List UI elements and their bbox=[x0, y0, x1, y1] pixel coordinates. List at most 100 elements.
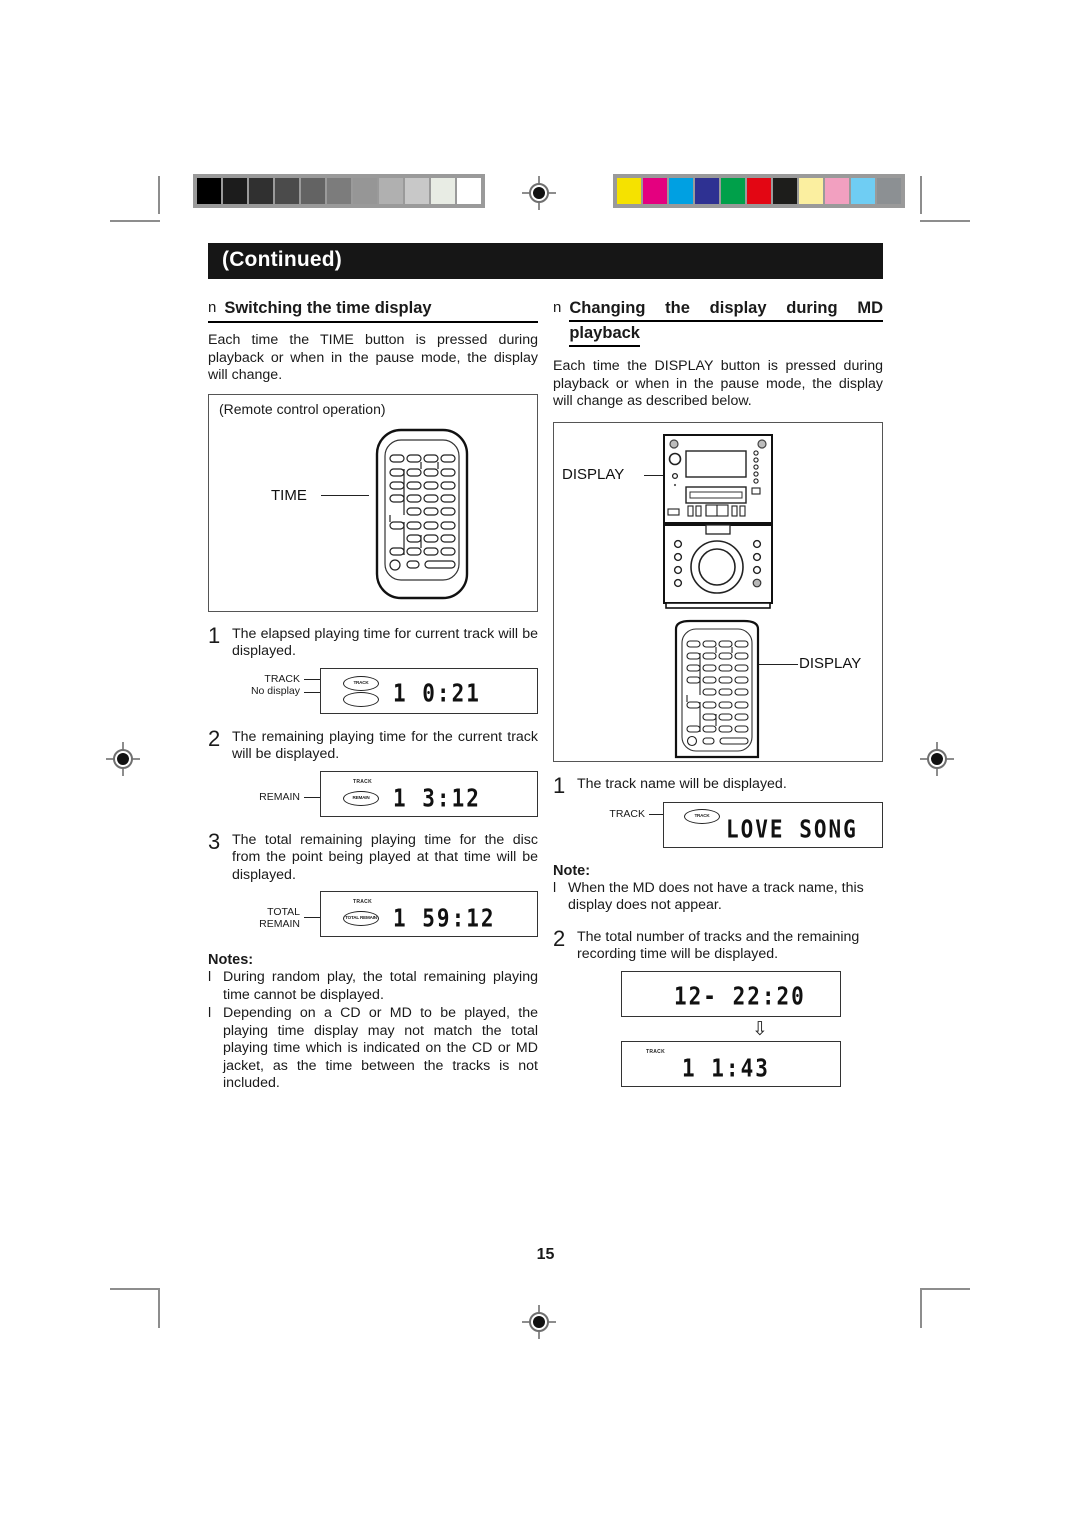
step-text: The remaining playing time for the curre… bbox=[232, 728, 538, 763]
registration-mark-left-middle bbox=[106, 742, 140, 776]
indicator-track: TRACK bbox=[684, 808, 720, 824]
lcd-panel: TRACK REMAIN 1 3:12 bbox=[320, 770, 538, 817]
two-column-layout: n Switching the time display Each time t… bbox=[208, 297, 883, 1093]
color-calibration-strip bbox=[613, 174, 905, 208]
lcd-segment-text: 12- 22:20 bbox=[674, 981, 806, 1010]
note-text: Depending on a CD or MD to be played, th… bbox=[223, 1005, 538, 1091]
crop-mark-bottom-left-vertical bbox=[158, 1290, 160, 1328]
step-number: 3 bbox=[208, 828, 221, 854]
step-text: The total remaining playing time for the… bbox=[232, 831, 538, 883]
md-system-figure: DISPLAY DISPLAY bbox=[553, 421, 883, 762]
right-step-1-display: TRACK TRACK LOVE SONG bbox=[553, 801, 883, 849]
lcd-segment-text: 1 0:21 bbox=[393, 678, 481, 707]
right-section-heading: n Changing the display during MD playbac… bbox=[553, 297, 883, 349]
gray-swatch-1 bbox=[223, 178, 247, 204]
down-arrow-icon: ⇩ bbox=[752, 1017, 768, 1040]
remote-control-figure: (Remote control operation) TIME bbox=[208, 393, 538, 612]
note-bullet-icon: l bbox=[553, 879, 557, 896]
lcd-panel: TRACK 1 0:21 bbox=[320, 667, 538, 714]
time-button-callout-label: TIME bbox=[271, 486, 307, 504]
heading-bullet-icon: n bbox=[553, 299, 562, 316]
step-number: 2 bbox=[553, 925, 566, 951]
lcd-tag-track: TRACK bbox=[646, 1048, 665, 1055]
step-number: 1 bbox=[553, 772, 566, 798]
gray-swatch-7 bbox=[379, 178, 403, 204]
left-column: n Switching the time display Each time t… bbox=[208, 297, 538, 1093]
note-bullet-icon: l bbox=[208, 1005, 212, 1021]
gray-swatch-8 bbox=[405, 178, 429, 204]
transition-arrow: ⇩ bbox=[553, 1017, 925, 1040]
indicator-total-remain: TOTAL REMAIN bbox=[343, 911, 379, 926]
gray-swatch-6 bbox=[353, 178, 377, 204]
step-text: The track name will be displayed. bbox=[577, 775, 787, 792]
lcd-panel: 12- 22:20 bbox=[621, 970, 841, 1017]
crop-mark-bottom-left-horizontal bbox=[110, 1288, 160, 1290]
left-step-3-display: TOTAL REMAIN TRACK TOTAL REMAIN 1 59:12 bbox=[208, 891, 538, 938]
left-note-1: l During random play, the total remainin… bbox=[208, 969, 538, 1004]
step-text: The elapsed playing time for current tra… bbox=[232, 625, 538, 660]
page-content: (Continued) n Switching the time display… bbox=[208, 243, 883, 1263]
heading-bullet-icon: n bbox=[208, 299, 217, 316]
note-text: When the MD does not have a track name, … bbox=[568, 879, 864, 914]
crop-mark-top-left-vertical bbox=[158, 176, 160, 214]
right-step-2-display-top: 12- 22:20 bbox=[553, 970, 883, 1017]
left-step-1-display: TRACK No display TRACK 1 0:21 bbox=[208, 667, 538, 715]
color-swatch-9 bbox=[851, 178, 875, 204]
right-heading-line-1: Changing the display during MD bbox=[569, 297, 883, 322]
right-note-1: l When the MD does not have a track name… bbox=[553, 880, 883, 915]
color-swatch-6 bbox=[773, 178, 797, 204]
crop-mark-top-right-vertical bbox=[920, 176, 922, 214]
color-swatch-7 bbox=[799, 178, 823, 204]
gray-swatch-5 bbox=[327, 178, 351, 204]
crop-mark-top-right-horizontal bbox=[920, 220, 970, 222]
lcd-segment-text: LOVE SONG bbox=[726, 814, 858, 843]
lcd-panel: TRACK TOTAL REMAIN 1 59:12 bbox=[320, 891, 538, 937]
registration-mark-bottom-center bbox=[522, 1305, 556, 1339]
color-swatch-0 bbox=[617, 178, 641, 204]
md-system-illustration bbox=[663, 433, 773, 609]
right-step-1: 1 The track name will be displayed. bbox=[553, 772, 883, 798]
color-swatch-1 bbox=[643, 178, 667, 204]
registration-mark-top-center bbox=[522, 176, 556, 210]
gray-swatch-0 bbox=[197, 178, 221, 204]
lcd-segment-text: 1 3:12 bbox=[393, 783, 481, 812]
right-column: n Changing the display during MD playbac… bbox=[553, 297, 883, 1093]
left-step-2: 2 The remaining playing time for the cur… bbox=[208, 725, 538, 764]
step-number: 2 bbox=[208, 725, 221, 751]
right-intro-text: Each time the DISPLAY button is pressed … bbox=[553, 358, 883, 409]
left-step-3: 3 The total remaining playing time for t… bbox=[208, 828, 538, 885]
gray-swatch-9 bbox=[431, 178, 455, 204]
column-gutter bbox=[538, 297, 553, 1093]
step-text: The total number of tracks and the remai… bbox=[577, 928, 860, 963]
color-swatch-2 bbox=[669, 178, 693, 204]
page-number: 15 bbox=[536, 1246, 555, 1263]
lcd-segment-text: 1 1:43 bbox=[682, 1053, 770, 1082]
color-swatch-8 bbox=[825, 178, 849, 204]
left-heading-text: Switching the time display bbox=[224, 299, 432, 317]
note-text: During random play, the total remaining … bbox=[223, 969, 538, 1003]
lcd-label-remain: REMAIN bbox=[259, 790, 300, 803]
lcd-label-track: TRACK bbox=[609, 807, 645, 820]
lcd-label-track: TRACK bbox=[264, 672, 300, 685]
right-heading-line-2: playback bbox=[569, 322, 640, 347]
right-step-2: 2 The total number of tracks and the rem… bbox=[553, 925, 883, 964]
indicator-track: TRACK bbox=[343, 675, 379, 691]
lcd-panel: TRACK 1 1:43 bbox=[621, 1040, 841, 1087]
gray-swatch-10 bbox=[457, 178, 481, 204]
color-swatch-3 bbox=[695, 178, 719, 204]
right-note-title: Note: bbox=[553, 862, 591, 879]
gray-swatch-3 bbox=[275, 178, 299, 204]
display-button-remote-callout-label: DISPLAY bbox=[799, 654, 862, 672]
lcd-tag-track: TRACK bbox=[353, 778, 372, 785]
right-step-2-display-bottom: TRACK 1 1:43 bbox=[553, 1040, 883, 1087]
left-section-heading: n Switching the time display bbox=[208, 297, 538, 323]
continued-banner: (Continued) bbox=[208, 243, 883, 279]
color-swatch-5 bbox=[747, 178, 771, 204]
left-step-1: 1 The elapsed playing time for current t… bbox=[208, 622, 538, 661]
indicator-blank bbox=[343, 691, 379, 707]
gray-swatch-4 bbox=[301, 178, 325, 204]
lcd-segment-text: 1 59:12 bbox=[393, 903, 496, 933]
crop-mark-bottom-right-horizontal bbox=[920, 1288, 970, 1290]
step-number: 1 bbox=[208, 622, 221, 648]
color-swatch-10 bbox=[877, 178, 901, 204]
